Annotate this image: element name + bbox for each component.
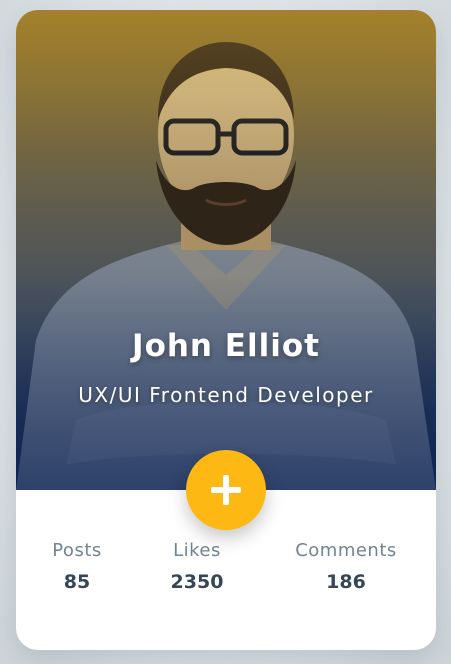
stat-comments-value: 186	[326, 571, 366, 593]
profile-name: John Elliot	[132, 328, 320, 364]
hero-gradient-overlay	[16, 10, 436, 490]
stat-posts-label: Posts	[52, 540, 102, 561]
plus-icon	[211, 475, 241, 505]
stat-likes-label: Likes	[173, 540, 221, 561]
stat-posts: Posts 85	[32, 540, 122, 593]
profile-card: John Elliot UX/UI Frontend Developer Pos…	[16, 10, 436, 650]
profile-hero: John Elliot UX/UI Frontend Developer	[16, 10, 436, 490]
stat-posts-value: 85	[63, 571, 91, 593]
stat-comments: Comments 186	[278, 540, 414, 593]
profile-role: UX/UI Frontend Developer	[78, 383, 374, 407]
stat-likes-value: 2350	[170, 571, 224, 593]
stat-comments-label: Comments	[295, 540, 397, 561]
add-button[interactable]	[186, 450, 266, 530]
stat-likes: Likes 2350	[152, 540, 242, 593]
